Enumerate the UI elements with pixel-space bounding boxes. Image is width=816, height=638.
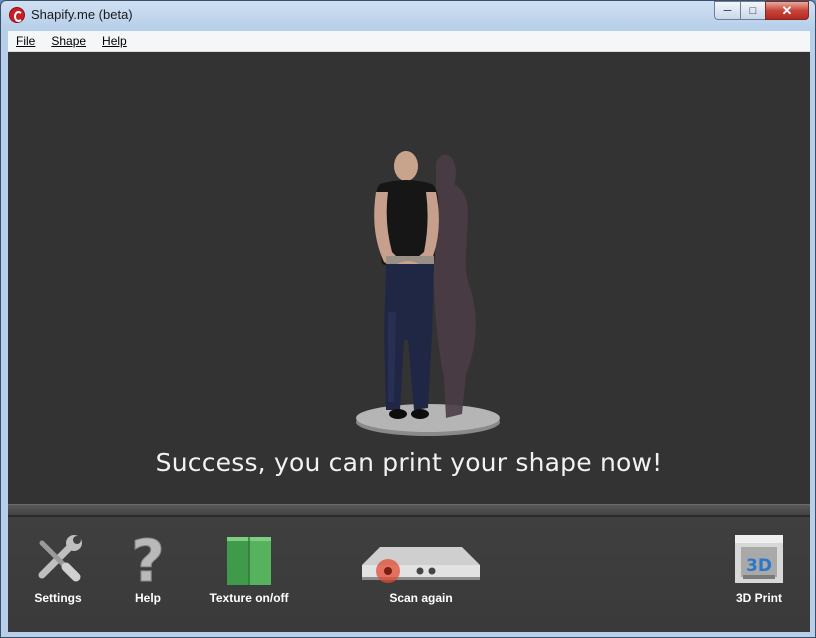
close-button[interactable]: ✕: [765, 1, 809, 20]
title-bar[interactable]: Shapify.me (beta) ─ □ ✕: [1, 1, 815, 29]
3d-viewport[interactable]: Success, you can print your shape now!: [8, 52, 810, 504]
menu-shape[interactable]: Shape: [51, 34, 86, 48]
menu-bar: File Shape Help: [8, 31, 810, 52]
window-controls: ─ □ ✕: [714, 1, 809, 21]
3d-printer-icon: 3D: [735, 535, 783, 583]
menu-help[interactable]: Help: [102, 34, 127, 48]
settings-label: Settings: [34, 591, 82, 605]
wrench-screwdriver-icon: [38, 535, 82, 582]
status-message: Success, you can print your shape now!: [155, 448, 663, 477]
scanned-model[interactable]: [328, 132, 528, 472]
svg-text:?: ?: [131, 531, 165, 587]
texture-label: Texture on/off: [209, 591, 289, 605]
kinect-sensor-icon: [362, 547, 480, 583]
scan-label: Scan again: [389, 591, 453, 605]
3d-print-button[interactable]: 3D 3D Print: [726, 531, 792, 605]
bottom-toolbar: Settings ? Help Texture on/off Scan agai…: [8, 504, 810, 632]
menu-file[interactable]: File: [16, 34, 35, 48]
maximize-button[interactable]: □: [740, 1, 765, 20]
app-icon[interactable]: [9, 7, 25, 23]
print-label: 3D Print: [735, 591, 782, 605]
texture-cube-icon: [227, 537, 271, 585]
minimize-button[interactable]: ─: [714, 1, 740, 20]
question-mark-icon: ?: [131, 531, 166, 587]
close-icon: ✕: [781, 2, 793, 18]
help-label: Help: [134, 591, 161, 605]
3d-printer-icon-text: 3D: [746, 556, 772, 576]
maximize-icon: □: [749, 4, 757, 17]
texture-toggle-button[interactable]: Texture on/off: [204, 531, 294, 605]
help-button[interactable]: ? Help: [120, 531, 176, 605]
window-title: Shapify.me (beta): [31, 7, 133, 22]
settings-button[interactable]: Settings: [30, 531, 86, 605]
scan-again-button[interactable]: Scan again: [358, 531, 484, 605]
app-window: Shapify.me (beta) ─ □ ✕ File Shape Help: [0, 0, 816, 638]
minimize-icon: ─: [723, 4, 732, 17]
